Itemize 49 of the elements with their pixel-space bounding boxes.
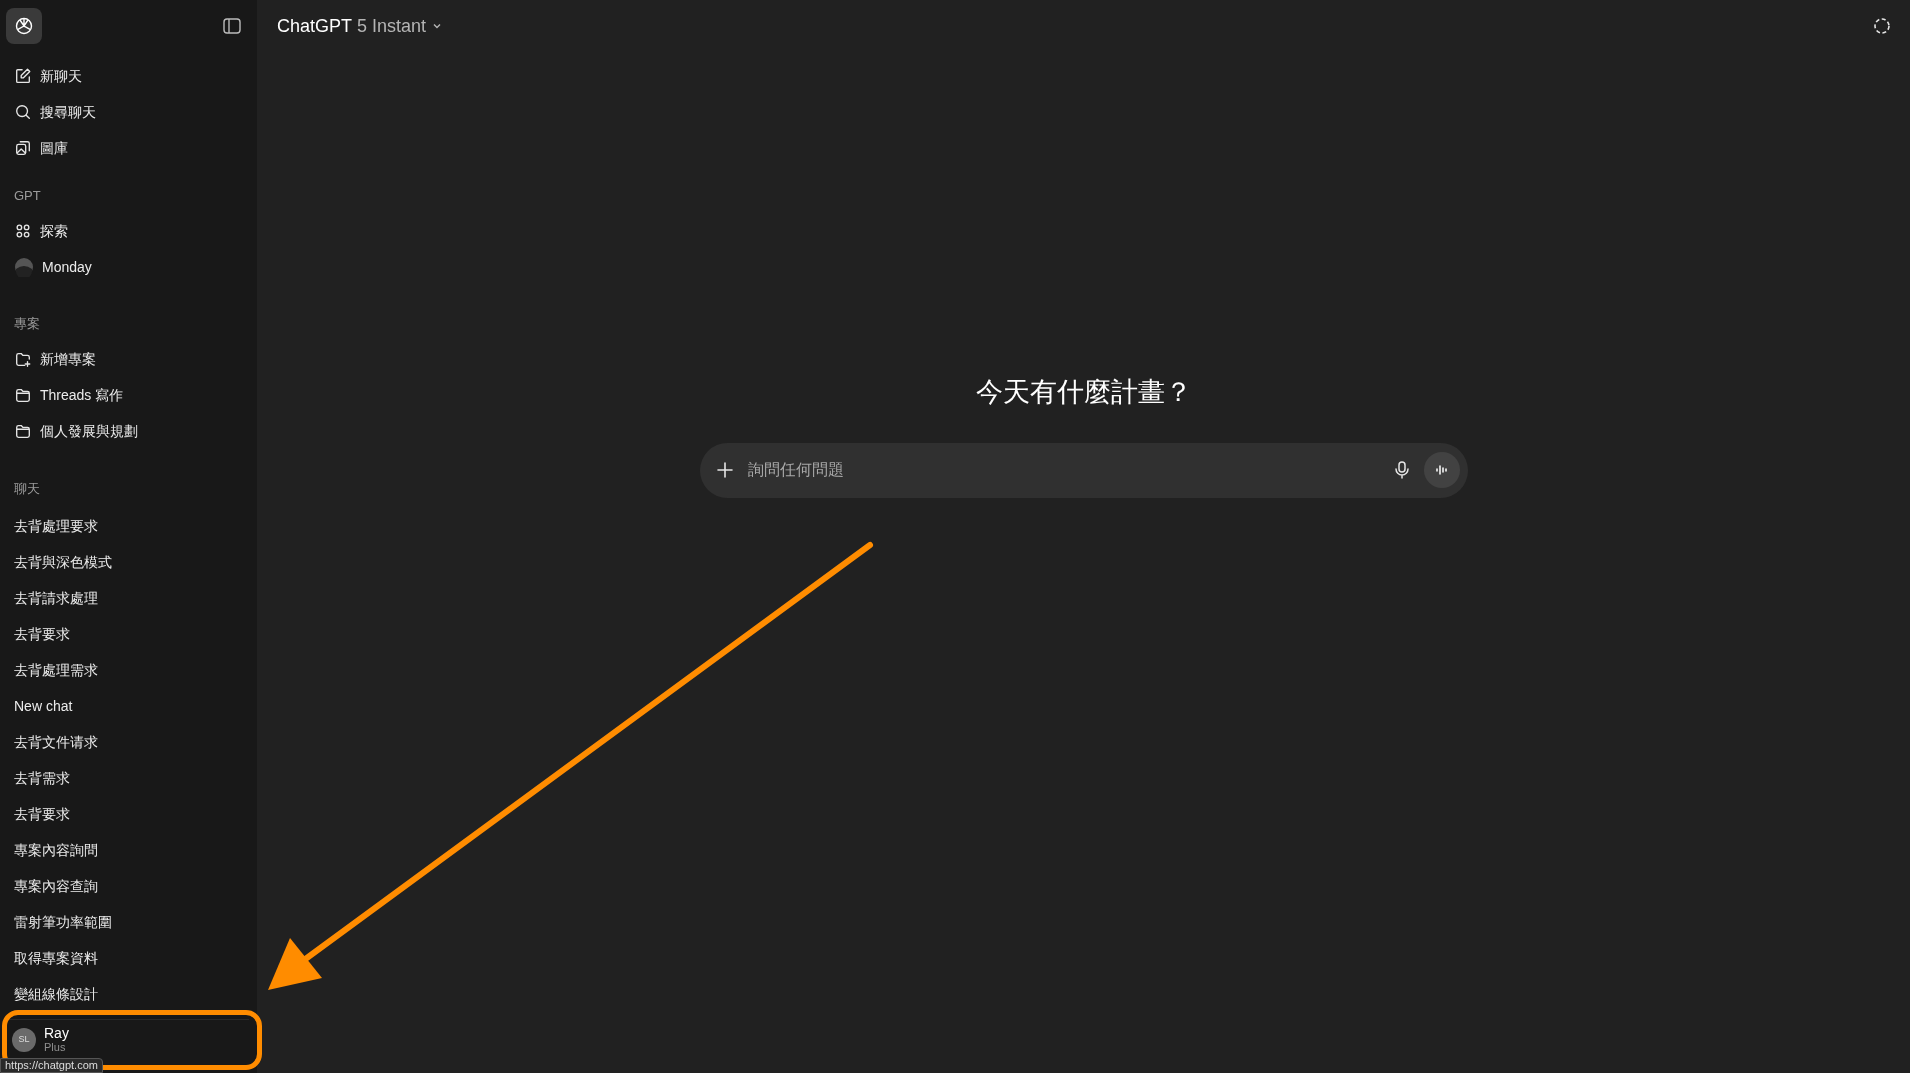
folder-icon <box>14 422 32 440</box>
chat-history-item[interactable]: 變組線條設計 <box>6 976 251 1012</box>
sidebar-item[interactable]: 探索 <box>6 213 251 249</box>
chat-history-item[interactable]: 去背文件请求 <box>6 724 251 760</box>
avatar-icon <box>14 257 34 277</box>
folder-icon <box>14 386 32 404</box>
grid-icon <box>14 222 32 240</box>
sidebar-item[interactable]: 圖庫 <box>6 130 251 166</box>
section-heading: GPT <box>13 187 42 206</box>
chat-history-item[interactable]: 去背請求處理 <box>6 580 251 616</box>
chat-history-item[interactable]: 專案內容詢問 <box>6 832 251 868</box>
chat-history-item[interactable]: New chat <box>6 688 251 724</box>
edit-icon <box>14 67 32 85</box>
sidebar-item[interactable]: Monday <box>6 249 251 285</box>
plus-icon[interactable] <box>715 461 734 479</box>
sidebar-item[interactable]: 搜尋聊天 <box>6 94 251 130</box>
chat-history-item[interactable]: 去背與深色模式 <box>6 544 251 580</box>
sidebar-item[interactable]: 新增專案 <box>6 341 251 377</box>
waveform-icon <box>1434 463 1449 477</box>
chat-history-item[interactable]: 取得專案資料 <box>6 940 251 976</box>
search-icon <box>14 103 32 121</box>
folder-plus-icon <box>14 350 32 368</box>
sidebar-item[interactable]: Threads 寫作 <box>6 377 251 413</box>
chat-history-item[interactable]: 去背要求 <box>6 616 251 652</box>
message-composer[interactable]: 詢問任何問題 <box>699 442 1468 498</box>
sidebar-item[interactable]: 個人發展與規劃 <box>6 413 251 449</box>
chat-history-item[interactable]: 去背需求 <box>6 760 251 796</box>
logo-button[interactable] <box>6 8 42 44</box>
voice-mode-button[interactable] <box>1423 452 1460 488</box>
user-name: Ray <box>44 1025 69 1040</box>
message-input[interactable]: 詢問任何問題 <box>747 458 1380 482</box>
chat-history-item[interactable]: 專案內容查詢 <box>6 868 251 904</box>
user-avatar: SL <box>12 1027 36 1052</box>
chat-history-item[interactable]: 去背處理要求 <box>6 508 251 544</box>
model-selector[interactable]: ChatGPT 5 Instant <box>275 8 446 44</box>
sidebar-item[interactable]: 新聊天 <box>6 58 251 94</box>
section-heading: 聊天 <box>13 480 41 499</box>
section-heading: 專案 <box>13 315 41 334</box>
status-url: https://chatgpt.com <box>0 1058 103 1073</box>
chat-history-item[interactable]: 雷射筆功率範圍 <box>6 904 251 940</box>
microphone-icon[interactable] <box>1393 460 1410 480</box>
plan-label: Plus <box>44 1040 66 1054</box>
logo-icon <box>13 15 35 37</box>
sidebar-toggle-icon[interactable] <box>223 18 241 34</box>
temporary-chat-icon[interactable] <box>1872 16 1892 36</box>
images-icon <box>14 139 32 157</box>
greeting-heading: 今天有什麼計畫？ <box>975 376 1192 409</box>
chat-history-item[interactable]: 去背要求 <box>6 796 251 832</box>
chat-history-item[interactable]: 去背處理需求 <box>6 652 251 688</box>
